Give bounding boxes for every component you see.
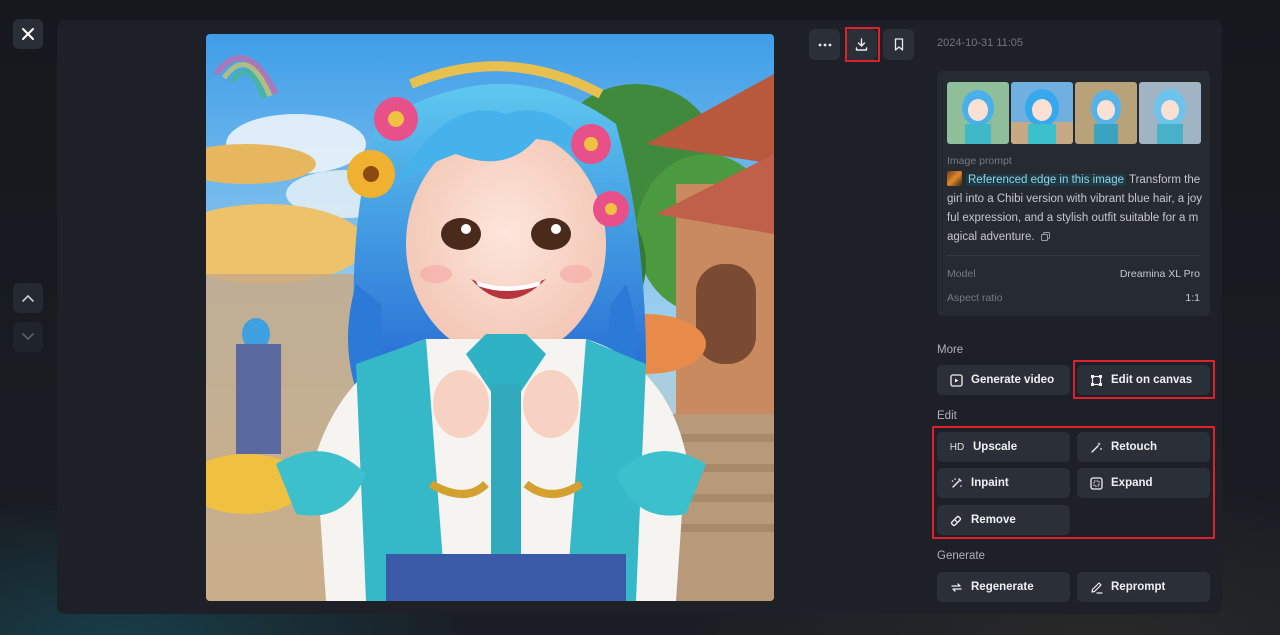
bookmark-button[interactable] bbox=[883, 29, 914, 60]
generate-video-label: Generate video bbox=[971, 374, 1055, 386]
bookmark-icon bbox=[894, 38, 903, 51]
regenerate-icon bbox=[950, 582, 962, 592]
retouch-label: Retouch bbox=[1111, 441, 1157, 453]
aspect-ratio-row: Aspect ratio 1:1 bbox=[947, 292, 1200, 304]
anime-girl-illustration bbox=[206, 34, 774, 601]
reprompt-button[interactable]: Reprompt bbox=[1077, 572, 1210, 602]
download-icon bbox=[855, 38, 868, 51]
upscale-label: Upscale bbox=[973, 441, 1018, 453]
creation-timestamp: 2024-10-31 11:05 bbox=[937, 37, 1024, 49]
reference-link[interactable]: Referenced edge in this image bbox=[966, 174, 1126, 186]
chevron-down-icon bbox=[22, 333, 34, 341]
close-button[interactable] bbox=[13, 19, 43, 49]
upscale-button[interactable]: HD Upscale bbox=[937, 432, 1070, 462]
info-divider bbox=[947, 255, 1200, 256]
inpaint-brush-icon bbox=[951, 477, 962, 488]
generated-image[interactable] bbox=[206, 34, 774, 601]
remove-label: Remove bbox=[971, 514, 1016, 526]
pencil-icon bbox=[1090, 581, 1103, 594]
thumbnail-4[interactable] bbox=[1139, 82, 1201, 144]
previous-image-button[interactable] bbox=[13, 283, 43, 313]
expand-icon bbox=[1089, 476, 1103, 490]
regenerate-button[interactable]: Regenerate bbox=[937, 572, 1070, 602]
section-generate-label: Generate bbox=[937, 550, 985, 562]
thumbnail-2[interactable] bbox=[1011, 82, 1073, 144]
inpaint-button[interactable]: Inpaint bbox=[937, 468, 1070, 498]
aspect-ratio-label: Aspect ratio bbox=[947, 292, 1003, 304]
retouch-button[interactable]: Retouch bbox=[1077, 432, 1210, 462]
aspect-ratio-value: 1:1 bbox=[1185, 292, 1200, 304]
generate-video-button[interactable]: Generate video bbox=[937, 365, 1070, 395]
edit-on-canvas-button[interactable]: Edit on canvas bbox=[1077, 365, 1210, 395]
more-horizontal-icon bbox=[818, 43, 831, 46]
regenerate-label: Regenerate bbox=[971, 581, 1034, 593]
chevron-up-icon bbox=[22, 294, 34, 302]
edit-on-canvas-label: Edit on canvas bbox=[1111, 374, 1193, 386]
reference-image-thumbnail bbox=[947, 171, 962, 186]
section-more-label: More bbox=[937, 344, 964, 356]
prompt-label: Image prompt bbox=[947, 155, 1012, 167]
remove-button[interactable]: Remove bbox=[937, 505, 1070, 535]
expand-label: Expand bbox=[1111, 477, 1153, 489]
prompt-text: Referenced edge in this image Transform … bbox=[947, 171, 1203, 247]
download-button[interactable] bbox=[846, 29, 877, 60]
thumbnail-1[interactable] bbox=[947, 82, 1009, 144]
eraser-icon bbox=[950, 515, 961, 526]
image-info-card: Image prompt Referenced edge in this ima… bbox=[937, 71, 1210, 316]
copy-icon[interactable] bbox=[1040, 232, 1050, 241]
next-image-button[interactable] bbox=[13, 322, 43, 352]
more-options-button[interactable] bbox=[809, 29, 840, 60]
video-plus-icon bbox=[949, 373, 963, 387]
expand-button[interactable]: Expand bbox=[1077, 468, 1210, 498]
thumbnail-3[interactable] bbox=[1075, 82, 1137, 144]
model-label: Model bbox=[947, 268, 976, 280]
section-edit-label: Edit bbox=[937, 410, 957, 422]
model-row: Model Dreamina XL Pro bbox=[947, 268, 1200, 280]
canvas-icon bbox=[1090, 374, 1102, 386]
hd-icon: HD bbox=[949, 441, 965, 453]
inpaint-label: Inpaint bbox=[971, 477, 1009, 489]
thumbnail-strip bbox=[947, 82, 1201, 144]
model-value: Dreamina XL Pro bbox=[1119, 268, 1200, 280]
close-icon bbox=[22, 28, 34, 40]
magic-wand-icon bbox=[1090, 441, 1102, 453]
reprompt-label: Reprompt bbox=[1111, 581, 1166, 593]
